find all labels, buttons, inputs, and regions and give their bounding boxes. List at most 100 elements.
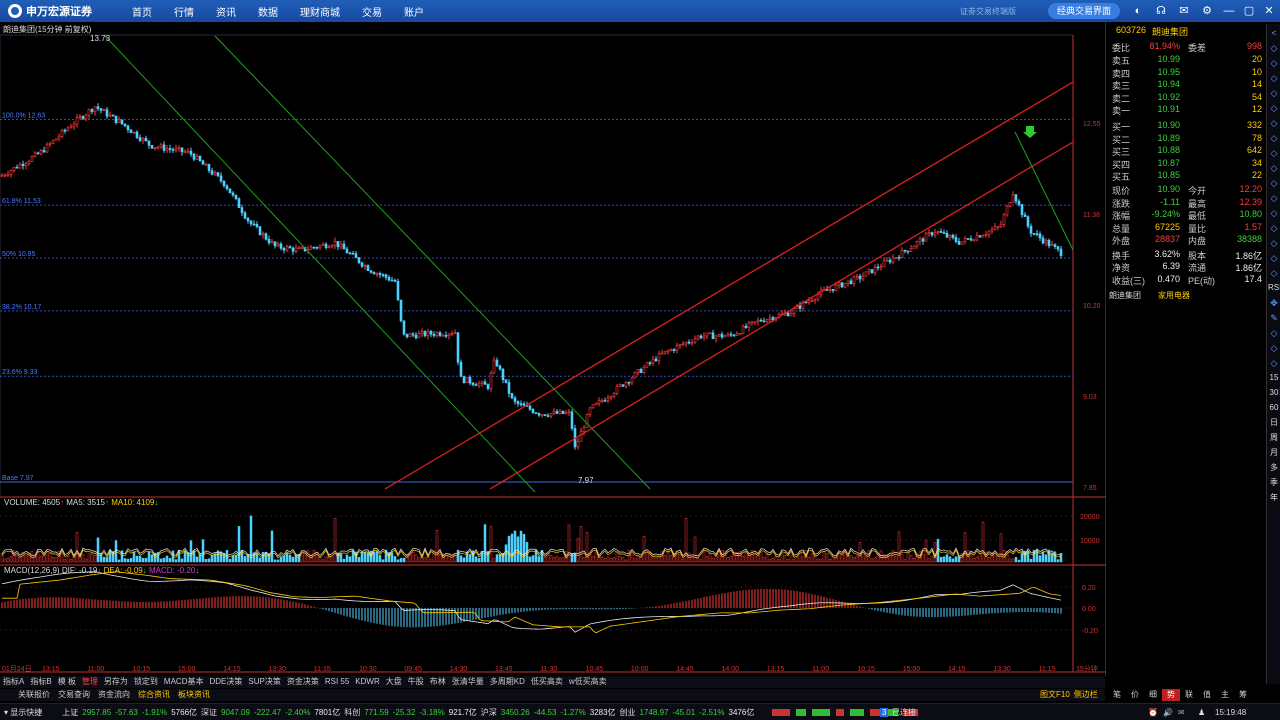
- mail-icon[interactable]: ✉: [1177, 4, 1191, 18]
- sidebar-tool-icon[interactable]: RSI: [1268, 282, 1280, 294]
- sidebar-tool-icon[interactable]: ◇: [1268, 162, 1280, 174]
- panel-tab[interactable]: 联: [1180, 689, 1198, 701]
- kline-chart[interactable]: 100.0% 12.63 61.8% 11.53 50% 10.85 38.2% 10…: [0, 22, 1106, 676]
- close-icon[interactable]: ✕: [1262, 4, 1276, 18]
- sidebar-tool-icon[interactable]: 日: [1268, 417, 1280, 429]
- panel-tab[interactable]: 笔: [1108, 689, 1126, 701]
- indicator-tab[interactable]: SUP决策: [245, 676, 283, 688]
- sidebar-tool-icon[interactable]: ◇: [1268, 72, 1280, 84]
- indicator-tab[interactable]: 布林: [427, 676, 449, 688]
- panel-tab[interactable]: 筹: [1234, 689, 1252, 701]
- sidebar-tool-icon[interactable]: ◇: [1268, 177, 1280, 189]
- sidebar-tool-icon[interactable]: ◇: [1268, 102, 1280, 114]
- ask-price[interactable]: 10.99: [1140, 54, 1180, 64]
- intraday-sector[interactable]: 家用电器: [1158, 290, 1190, 301]
- indicator-tab[interactable]: 低买高卖: [528, 676, 566, 688]
- sidebar-tool-icon[interactable]: ◇: [1268, 117, 1280, 129]
- panel-tab[interactable]: 主: [1216, 689, 1234, 701]
- menu-data[interactable]: 数据: [258, 4, 278, 19]
- info-tab[interactable]: 板块资讯: [174, 689, 214, 701]
- sidebar-tool-icon[interactable]: ◇: [1268, 132, 1280, 144]
- sidebar-tool-icon[interactable]: ◇: [1268, 342, 1280, 354]
- panel-tab[interactable]: 价: [1126, 689, 1144, 701]
- indicator-tab[interactable]: 另存为: [101, 676, 131, 688]
- sidebar-tool-icon[interactable]: ◇: [1268, 327, 1280, 339]
- menu-news[interactable]: 资讯: [216, 4, 236, 19]
- maximize-icon[interactable]: ▢: [1242, 4, 1256, 18]
- indicator-tab[interactable]: w低买高卖: [566, 676, 610, 688]
- user-icon[interactable]: ♟: [1198, 708, 1205, 717]
- sidebar-tool-icon[interactable]: ◇: [1268, 207, 1280, 219]
- sidebar-tool-icon[interactable]: ◇: [1268, 42, 1280, 54]
- bid-price[interactable]: 10.90: [1140, 120, 1180, 130]
- menu-quotes[interactable]: 行情: [174, 4, 194, 19]
- tab-f10[interactable]: 图文F10: [1040, 689, 1070, 701]
- indicator-tab[interactable]: 牛股: [405, 676, 427, 688]
- ask-price[interactable]: 10.92: [1140, 92, 1180, 102]
- bid-price[interactable]: 10.85: [1140, 170, 1180, 180]
- sidebar-tool-icon[interactable]: 60: [1268, 402, 1280, 414]
- sidebar-tool-icon[interactable]: 季: [1268, 477, 1280, 489]
- ask-price[interactable]: 10.91: [1140, 104, 1180, 114]
- menu-home[interactable]: 首页: [132, 4, 152, 19]
- bid-price[interactable]: 10.87: [1140, 158, 1180, 168]
- bid-price[interactable]: 10.88: [1140, 145, 1180, 155]
- classic-trade-button[interactable]: 经典交易界面: [1048, 3, 1120, 19]
- sidebar-tool-icon[interactable]: ◇: [1268, 252, 1280, 264]
- chat-icon[interactable]: ✉: [1178, 708, 1185, 717]
- minimize-icon[interactable]: —: [1222, 4, 1236, 18]
- sidebar-tool-icon[interactable]: ◇: [1268, 57, 1280, 69]
- tab-sidebar[interactable]: 侧边栏: [1074, 689, 1098, 701]
- sidebar-tool-icon[interactable]: ◇: [1268, 357, 1280, 369]
- candle-body: [399, 299, 403, 322]
- quick-toggle[interactable]: ▾ 显示快捷: [4, 707, 46, 718]
- info-tab[interactable]: 资金流向: [94, 689, 134, 701]
- indicator-tab[interactable]: DDE决策: [206, 676, 245, 688]
- sidebar-tool-icon[interactable]: ◇: [1268, 87, 1280, 99]
- alarm-icon[interactable]: ⏰: [1148, 708, 1158, 717]
- sidebar-tool-icon[interactable]: ✥: [1268, 297, 1280, 309]
- menu-wealth[interactable]: 理财商城: [300, 4, 340, 19]
- indicator-tab[interactable]: 指标A: [0, 676, 27, 688]
- indicator-tab[interactable]: MACD基本: [161, 676, 207, 688]
- indicator-tab[interactable]: RSI 55: [322, 676, 352, 688]
- menu-account[interactable]: 账户: [404, 4, 424, 19]
- panel-tab[interactable]: 值: [1198, 689, 1216, 701]
- sidebar-tool-icon[interactable]: ◇: [1268, 222, 1280, 234]
- indicator-tab[interactable]: 资金决策: [284, 676, 322, 688]
- sidebar-tool-icon[interactable]: 15: [1268, 372, 1280, 384]
- sidebar-tool-icon[interactable]: ✎: [1268, 312, 1280, 324]
- sidebar-tool-icon[interactable]: ◇: [1268, 192, 1280, 204]
- sidebar-tool-icon[interactable]: 多: [1268, 462, 1280, 474]
- indicator-tab[interactable]: 指标B: [27, 676, 54, 688]
- sidebar-tool-icon[interactable]: 月: [1268, 447, 1280, 459]
- sidebar-tool-icon[interactable]: 年: [1268, 492, 1280, 504]
- bid-price[interactable]: 10.89: [1140, 133, 1180, 143]
- sidebar-tool-icon[interactable]: 30: [1268, 387, 1280, 399]
- sidebar-tool-icon[interactable]: ◇: [1268, 267, 1280, 279]
- sidebar-tool-icon[interactable]: 周: [1268, 432, 1280, 444]
- sound-icon[interactable]: 🔊: [1163, 708, 1173, 717]
- candle-body: [84, 114, 88, 119]
- info-tab[interactable]: 交易查询: [54, 689, 94, 701]
- indicator-tab[interactable]: 张清华量: [449, 676, 487, 688]
- headset-icon[interactable]: ☊: [1154, 4, 1168, 18]
- panel-tab[interactable]: 细: [1144, 689, 1162, 701]
- indicator-tab[interactable]: 多周期KD: [487, 676, 528, 688]
- settings-icon[interactable]: ⚙: [1200, 4, 1214, 18]
- menu-trade[interactable]: 交易: [362, 4, 382, 19]
- indicator-tab[interactable]: 锁定到: [131, 676, 161, 688]
- indicator-tab[interactable]: 大盘: [383, 676, 405, 688]
- ask-price[interactable]: 10.94: [1140, 79, 1180, 89]
- sidebar-tool-icon[interactable]: <: [1268, 27, 1280, 39]
- panel-tab[interactable]: 势: [1162, 689, 1180, 701]
- indicator-tab[interactable]: 模 板: [55, 676, 79, 688]
- info-tab[interactable]: 综合资讯: [134, 689, 174, 701]
- skin-icon[interactable]: ◐: [1131, 4, 1145, 18]
- sidebar-tool-icon[interactable]: ◇: [1268, 147, 1280, 159]
- indicator-tab[interactable]: KDWR: [352, 676, 382, 688]
- info-tab[interactable]: 关联报价: [14, 689, 54, 701]
- ask-price[interactable]: 10.95: [1140, 67, 1180, 77]
- sidebar-tool-icon[interactable]: ◇: [1268, 237, 1280, 249]
- indicator-tab[interactable]: 管理: [79, 676, 101, 688]
